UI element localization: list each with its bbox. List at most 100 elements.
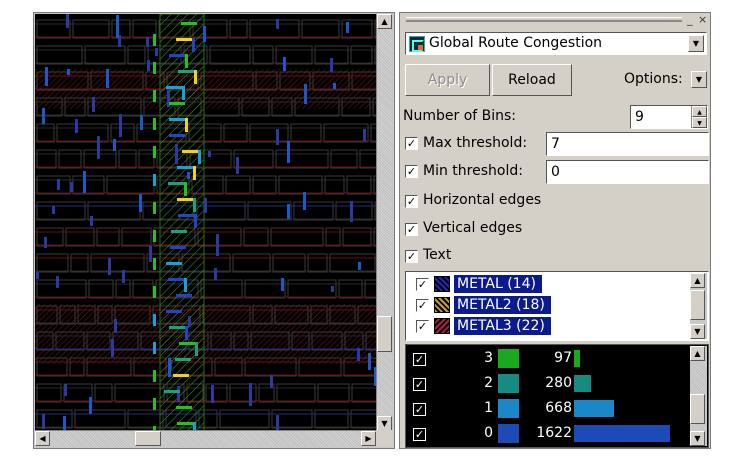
chevron-down-icon[interactable]: ▼ bbox=[688, 35, 704, 52]
bins-spinbox[interactable]: 9 ▲ ▼ bbox=[630, 105, 708, 129]
max-threshold-input[interactable]: 7 bbox=[546, 132, 709, 156]
histogram-thumb[interactable] bbox=[690, 394, 705, 424]
cell-outline bbox=[74, 409, 126, 429]
apply-button[interactable]: Apply bbox=[405, 64, 490, 96]
congestion-edge bbox=[166, 262, 182, 265]
layer-list[interactable]: ✓ METAL (14) ✓ METAL2 (18) ✓ METAL3 (22)… bbox=[405, 271, 709, 341]
layer-list-thumb[interactable] bbox=[690, 290, 705, 320]
via-stub bbox=[216, 234, 219, 256]
bin-checkbox[interactable]: ✓ bbox=[413, 428, 426, 441]
cell-outline bbox=[293, 201, 334, 221]
min-threshold-input[interactable]: 0 bbox=[546, 160, 709, 184]
options-label: Options: bbox=[624, 71, 683, 87]
cell-outline bbox=[36, 45, 83, 65]
congestion-edge bbox=[153, 258, 156, 270]
cell-outline bbox=[63, 383, 93, 403]
congestion-edge bbox=[169, 118, 185, 121]
table-row[interactable]: ✓ 1 668 bbox=[406, 397, 691, 421]
via-stub bbox=[119, 114, 122, 137]
scroll-up-arrow-icon[interactable]: ▲ bbox=[690, 273, 705, 288]
via-stub bbox=[57, 179, 60, 190]
list-item[interactable]: ✓ METAL2 (18) bbox=[406, 295, 696, 315]
bins-spinner-icon[interactable]: ▲ ▼ bbox=[691, 106, 707, 128]
scroll-down-arrow-icon[interactable]: ▼ bbox=[690, 324, 705, 339]
via-stub bbox=[89, 397, 92, 414]
via-stub bbox=[75, 119, 78, 133]
congestion-edge bbox=[169, 54, 185, 57]
layout-canvas[interactable] bbox=[35, 14, 376, 431]
layer-checkbox[interactable]: ✓ bbox=[416, 299, 429, 312]
cell-outline bbox=[278, 175, 323, 195]
horizontal-scrollbar[interactable]: ◀ ▶ bbox=[35, 430, 376, 447]
min-threshold-checkbox[interactable]: ✓ bbox=[405, 165, 418, 178]
horizontal-scroll-thumb[interactable] bbox=[135, 431, 161, 446]
cell-outline bbox=[252, 45, 274, 65]
scroll-down-arrow-icon[interactable]: ▼ bbox=[377, 416, 392, 431]
congestion-edge bbox=[153, 34, 156, 46]
horizontal-edges-checkbox[interactable]: ✓ bbox=[405, 195, 418, 208]
congestion-edge bbox=[185, 118, 188, 132]
cell-outline bbox=[225, 175, 251, 195]
layout-view[interactable]: ▲ ▼ ◀ ▶ bbox=[33, 12, 395, 449]
bin-checkbox[interactable]: ✓ bbox=[413, 353, 426, 366]
vertical-scroll-thumb[interactable] bbox=[377, 316, 392, 352]
via-stub bbox=[249, 383, 252, 406]
cell-outline bbox=[88, 279, 114, 299]
reload-button[interactable]: Reload bbox=[492, 64, 572, 96]
bins-label: Number of Bins: bbox=[403, 108, 517, 124]
congestion-edge bbox=[198, 150, 201, 164]
scroll-down-arrow-icon[interactable]: ▼ bbox=[690, 431, 705, 446]
via-stub bbox=[147, 60, 150, 71]
cell-outline bbox=[209, 45, 251, 65]
bin-checkbox[interactable]: ✓ bbox=[413, 378, 426, 391]
layer-list-scrollbar[interactable]: ▲ ▼ bbox=[690, 273, 707, 339]
text-checkbox[interactable]: ✓ bbox=[405, 250, 418, 263]
cell-outline bbox=[36, 383, 62, 403]
cell-outline bbox=[247, 201, 292, 221]
scroll-up-arrow-icon[interactable]: ▲ bbox=[377, 14, 392, 29]
cell-outline bbox=[275, 149, 329, 169]
congestion-edge bbox=[164, 390, 180, 393]
bin-checkbox[interactable]: ✓ bbox=[413, 403, 426, 416]
panel-drag-handle[interactable] bbox=[406, 17, 682, 22]
table-row[interactable]: ✓ 0 1622 bbox=[406, 422, 691, 446]
via-stub bbox=[116, 15, 119, 38]
close-icon[interactable]: × bbox=[698, 13, 707, 26]
cell-outline bbox=[36, 201, 86, 221]
list-item[interactable]: ✓ METAL (14) bbox=[406, 274, 696, 294]
histogram-scrollbar[interactable]: ▲ ▼ bbox=[690, 346, 707, 446]
congestion-edge bbox=[184, 182, 187, 196]
layer-checkbox[interactable]: ✓ bbox=[416, 320, 429, 333]
scroll-up-arrow-icon[interactable]: ▲ bbox=[690, 346, 705, 361]
congestion-edge bbox=[169, 326, 185, 329]
congestion-edge bbox=[153, 398, 156, 410]
cell-outline bbox=[317, 383, 350, 403]
scroll-left-arrow-icon[interactable]: ◀ bbox=[35, 431, 50, 446]
table-row[interactable]: ✓ 2 280 bbox=[406, 372, 691, 396]
scroll-right-arrow-icon[interactable]: ▶ bbox=[361, 431, 376, 446]
analysis-type-select[interactable]: Global Route Congestion ▼ bbox=[405, 32, 707, 55]
horizontal-edges-label: Horizontal edges bbox=[423, 192, 542, 208]
analysis-type-value: Global Route Congestion bbox=[429, 35, 603, 51]
congestion-edge bbox=[184, 278, 187, 292]
via-stub bbox=[188, 316, 191, 327]
via-stub bbox=[276, 129, 279, 145]
via-stub bbox=[106, 69, 109, 88]
vertical-edges-checkbox[interactable]: ✓ bbox=[405, 223, 418, 236]
vertical-scrollbar[interactable]: ▲ ▼ bbox=[376, 14, 393, 431]
minimize-icon[interactable]: _ bbox=[687, 13, 693, 26]
via-stub bbox=[52, 206, 55, 214]
via-stub bbox=[270, 375, 273, 388]
options-dropdown-icon[interactable]: ▼ bbox=[691, 71, 707, 88]
table-row[interactable]: ✓ 3 97 bbox=[406, 347, 691, 371]
max-threshold-checkbox[interactable]: ✓ bbox=[405, 137, 418, 150]
congestion-edge bbox=[175, 358, 191, 361]
layer-swatch bbox=[434, 276, 450, 292]
layer-checkbox[interactable]: ✓ bbox=[416, 278, 429, 291]
cell-outline bbox=[36, 253, 69, 273]
cell-outline bbox=[58, 149, 82, 169]
list-item[interactable]: ✓ METAL3 (22) bbox=[406, 316, 696, 336]
congestion-edge bbox=[181, 22, 197, 25]
congestion-column bbox=[160, 14, 204, 431]
cell-outline bbox=[351, 383, 376, 403]
